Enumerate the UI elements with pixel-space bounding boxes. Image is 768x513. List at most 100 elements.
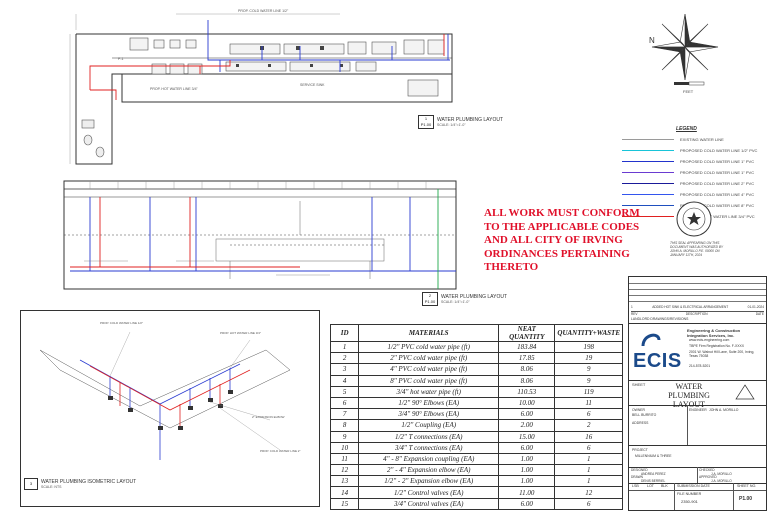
cell-neat: 1.00 — [498, 475, 556, 488]
cell-waste: 6 — [554, 497, 623, 510]
cell-neat: 1.00 — [498, 464, 556, 477]
cell-id: 14 — [329, 486, 360, 499]
owner-value: BELL BURRITO — [632, 413, 657, 417]
cell-neat: 6.00 — [498, 408, 556, 421]
cell-material: 4" - 8" Expansion coupling (EA) — [358, 452, 500, 466]
table-row: 8 1/2" Coupling (EA) 2.00 2 — [329, 419, 623, 432]
elevation-caption-number: 2 — [428, 293, 432, 298]
svg-text:PROP. COLD WATER LINE 2": PROP. COLD WATER LINE 2" — [260, 449, 301, 453]
table-row: 4 8" PVC cold water pipe (ft) 8.06 9 — [329, 374, 623, 387]
cell-id: 1 — [329, 340, 360, 354]
legend-item: PROPOSED COLD WATER LINE 2" PVC — [622, 178, 768, 189]
legend-label: PROPOSED COLD WATER LINE 2" PVC — [680, 181, 755, 186]
cell-material: 2" PVC cold water pipe (ft) — [358, 352, 500, 365]
table-row: 6 1/2" 90° Elbows (EA) 10.00 11 — [329, 396, 623, 410]
cell-neat: 110.53 — [498, 385, 556, 398]
cell-id: 13 — [329, 475, 360, 488]
cell-material: 8" PVC cold water pipe (ft) — [358, 374, 500, 387]
svg-text:2" EXPANSION ELBOW: 2" EXPANSION ELBOW — [252, 415, 285, 419]
legend-item: PROPOSED COLD WATER LINE 1" PVC — [622, 167, 768, 178]
legend-label: PROPOSED COLD WATER LINE 1" PVC — [680, 170, 755, 175]
address-label: ADDRESS — [632, 421, 649, 425]
grid-lot: LOT — [647, 484, 654, 488]
company-address: 2001 W. Walnut Hill Lane, Suite 200, Irv… — [689, 350, 755, 358]
notice-line: TO THE APPLICABLE CODES — [484, 220, 640, 233]
company-url: www.ecis-engineering.com — [689, 338, 730, 342]
company-phone: 214-578-5201 — [689, 364, 711, 368]
legend-swatch — [622, 204, 674, 207]
drawn-value: DENIS BERRIEL — [641, 478, 666, 483]
cell-waste: 6 — [554, 408, 623, 421]
elevation-caption: 2 P1.00 WATER PLUMBING LAYOUT SCALE: 1/4… — [422, 292, 507, 306]
svg-text:P-1: P-1 — [118, 57, 124, 61]
cell-waste: 9 — [554, 374, 623, 387]
compass-north-label: N — [649, 36, 655, 45]
file-number-value: 2350-901 — [681, 499, 698, 504]
cell-waste: 11 — [554, 396, 623, 410]
designed-value: ANDREA PEREZ — [641, 471, 666, 476]
legend-item: PROPOSED COLD WATER LINE 1" PVC — [622, 156, 768, 167]
company-reg: TBPE Firm Registration No. F-XXXX — [689, 344, 745, 348]
cell-waste: 6 — [554, 441, 623, 454]
elevation-view — [63, 180, 457, 290]
svg-text:PROP. COLD WATER LINE 1/2": PROP. COLD WATER LINE 1/2" — [238, 9, 289, 13]
legend-swatch — [622, 193, 674, 196]
cell-material: 2" - 4" Expansion elbow (EA) — [358, 464, 500, 477]
cell-id: 8 — [329, 419, 360, 432]
company-logo-text: ECIS — [633, 350, 682, 372]
warning-triangle-icon — [735, 384, 755, 400]
notice-line: ALL WORK MUST CONFORM — [484, 207, 640, 219]
sheet-grid: LSB LOT BLK SUBMISSION DATE SHEET NO. FI… — [629, 483, 766, 510]
table-row: 12 2" - 4" Expansion elbow (EA) 1.00 1 — [329, 464, 623, 477]
table-row: 9 1/2" T connections (EA) 15.00 16 — [329, 430, 623, 443]
cell-material: 4" PVC cold water pipe (ft) — [358, 363, 500, 376]
legend-swatch — [622, 160, 674, 163]
cell-neat: 11.00 — [498, 486, 556, 499]
col-id: ID — [329, 324, 360, 342]
table-row: 5 3/4" hot water pipe (ft) 110.53 119 — [329, 385, 623, 398]
table-header-row: ID MATERIALS NEAT QUANTITY QUANTITY+WAST… — [329, 324, 623, 342]
cell-material: 1/2" T connections (EA) — [358, 430, 500, 443]
table-row: 14 1/2" Control valves (EA) 11.00 12 — [329, 486, 623, 499]
rev-header-rev: REV — [631, 312, 638, 316]
rev-header-date: DATE — [755, 312, 764, 316]
cell-waste: 9 — [554, 363, 623, 376]
svg-text:PROP. HOT WATER LINE 3/4": PROP. HOT WATER LINE 3/4" — [220, 331, 261, 335]
cell-neat: 6.00 — [498, 441, 556, 454]
cell-neat: 6.00 — [498, 497, 556, 510]
legend-swatch — [622, 182, 674, 185]
compass-rose-icon — [651, 13, 719, 81]
legend-title: LEGEND — [676, 126, 697, 132]
owner-label: OWNER — [632, 408, 645, 412]
plan-caption-scale: SCALE: 1/4"=1'-0" — [437, 123, 466, 127]
table-row: 11 4" - 8" Expansion coupling (EA) 1.00 1 — [329, 452, 623, 466]
cell-material: 3/4" T connections (EA) — [358, 441, 500, 454]
materials-table: ID MATERIALS NEAT QUANTITY QUANTITY+WAST… — [329, 324, 623, 510]
rev-number: 1 — [631, 305, 633, 309]
notice-line: AND ALL CITY OF IRVING — [484, 234, 623, 246]
cell-material: 1/2" PVC cold water pipe (ft) — [358, 340, 500, 354]
cell-id: 11 — [329, 452, 360, 466]
cell-waste: 16 — [554, 430, 623, 443]
plan-caption: 1 P1.00 WATER PLUMBING LAYOUT SCALE: 1/4… — [418, 115, 503, 129]
cell-id: 15 — [329, 497, 360, 510]
cell-neat: 183.84 — [498, 340, 556, 354]
col-materials: MATERIALS — [358, 324, 500, 342]
cell-neat: 15.00 — [498, 430, 556, 443]
cell-id: 6 — [329, 396, 360, 410]
grid-submission-date: SUBMISSION DATE — [677, 484, 710, 488]
cell-material: 1/2" 90° Elbows (EA) — [358, 396, 500, 410]
signoff-block: DESIGNED ANDREA PEREZ DRAWN DENIS BERRIE… — [629, 467, 766, 484]
cell-neat: 1.00 — [498, 452, 556, 466]
cell-waste: 119 — [554, 385, 623, 398]
revision-caption: LANDLORD DRAWINGS/REVISIONS — [631, 317, 689, 321]
engineer-seal-icon — [676, 201, 712, 237]
elevation-caption-scale: SCALE: 1/4"=1'-0" — [441, 300, 470, 304]
notice-line: THERETO — [484, 261, 539, 273]
cell-id: 7 — [329, 408, 360, 421]
legend-item: PROPOSED COLD WATER LINE 1/2" PVC — [622, 145, 768, 156]
elevation-caption-sheet: P1.00 — [424, 299, 436, 304]
grid-sheet-no: SHEET NO. — [737, 484, 757, 488]
iso-caption-scale: SCALE: NTS — [41, 485, 62, 489]
rev-header-desc: DESCRIPTION — [685, 312, 708, 316]
